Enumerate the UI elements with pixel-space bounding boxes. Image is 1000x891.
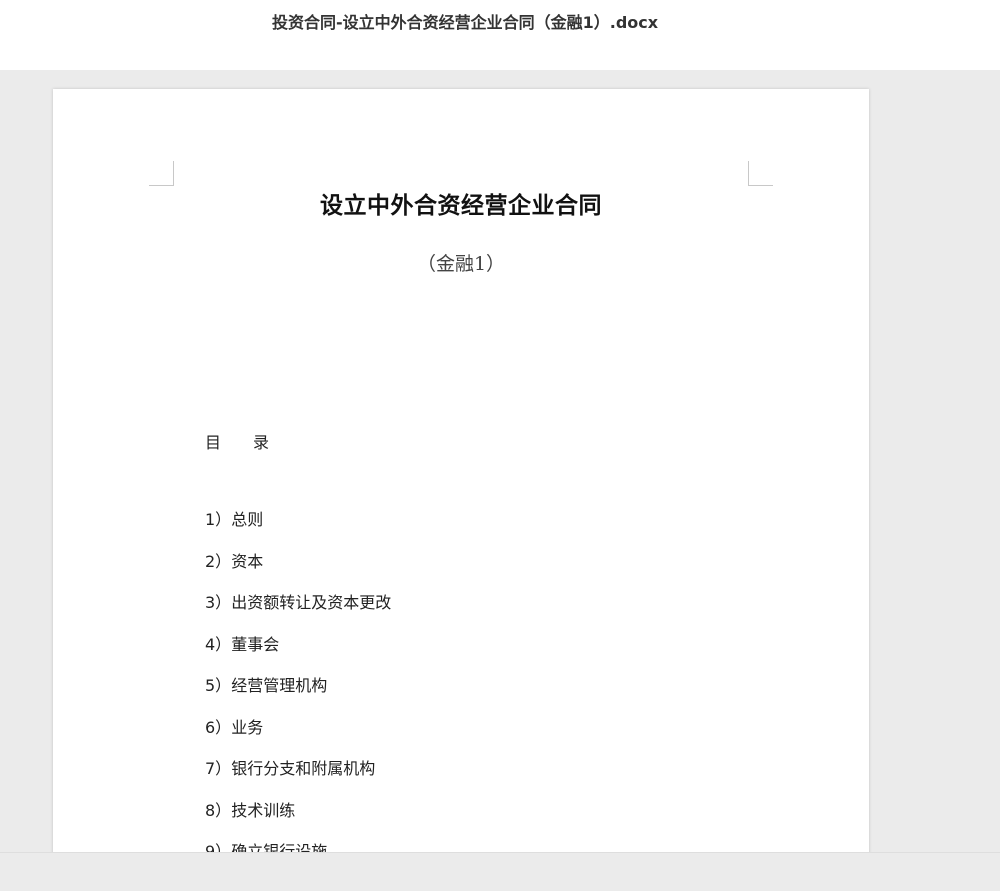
document-filename: 投资合同-设立中外合资经营企业合同（金融1）.docx: [272, 13, 659, 32]
margin-corner-top-right: [748, 161, 773, 186]
toc-item: 7）银行分支和附属机构: [205, 759, 391, 801]
toc-item: 1）总则: [205, 510, 391, 552]
toc-item: 8）技术训练: [205, 801, 391, 843]
toc-item-number: 1）: [205, 510, 232, 529]
toc-item-number: 5）: [205, 676, 232, 695]
toc-item: 5）经营管理机构: [205, 676, 391, 718]
toc-item: 3）出资额转让及资本更改: [205, 593, 391, 635]
document-page: 设立中外合资经营企业合同 （金融1） 目 录 1）总则 2）资本 3）出资额转让…: [53, 89, 869, 852]
toc-item-label: 业务: [231, 717, 264, 737]
document-title: 设立中外合资经营企业合同: [320, 193, 602, 219]
toc-item-label: 出资额转让及资本更改: [231, 593, 392, 612]
margin-corner-top-left: [149, 161, 174, 186]
toc-item: 9）确立银行设施: [205, 842, 391, 852]
title-bar: 投资合同-设立中外合资经营企业合同（金融1）.docx: [0, 0, 1000, 70]
toc-item-label: 总则: [231, 510, 264, 529]
document-subtitle: （金融1）: [416, 253, 506, 275]
toc-item-label: 银行分支和附属机构: [231, 759, 376, 778]
toc-item-label: 经营管理机构: [231, 676, 328, 695]
toc-item-label: 技术训练: [231, 800, 296, 820]
toc-item-number: 7）: [205, 759, 232, 778]
toc-item-label: 资本: [231, 551, 264, 571]
toc-item-number: 2）: [205, 551, 232, 571]
toc-item: 4）董事会: [205, 635, 391, 677]
toc-item: 2）资本: [205, 552, 391, 594]
toc-item-number: 4）: [205, 634, 232, 654]
toc-heading: 目 录: [205, 433, 270, 452]
toc-item-number: 8）: [205, 800, 232, 820]
toc-item-label: 确立银行设施: [231, 842, 328, 852]
toc-item-number: 3）: [205, 593, 232, 612]
bottom-bar: [0, 852, 1000, 891]
toc-item: 6）业务: [205, 718, 391, 760]
toc-item-number: 9）: [205, 842, 232, 852]
toc-list: 1）总则 2）资本 3）出资额转让及资本更改 4）董事会 5）经营管理机构 6）…: [205, 510, 391, 852]
toc-item-number: 6）: [205, 717, 232, 737]
document-viewport[interactable]: 设立中外合资经营企业合同 （金融1） 目 录 1）总则 2）资本 3）出资额转让…: [0, 70, 1000, 852]
toc-item-label: 董事会: [231, 634, 280, 654]
